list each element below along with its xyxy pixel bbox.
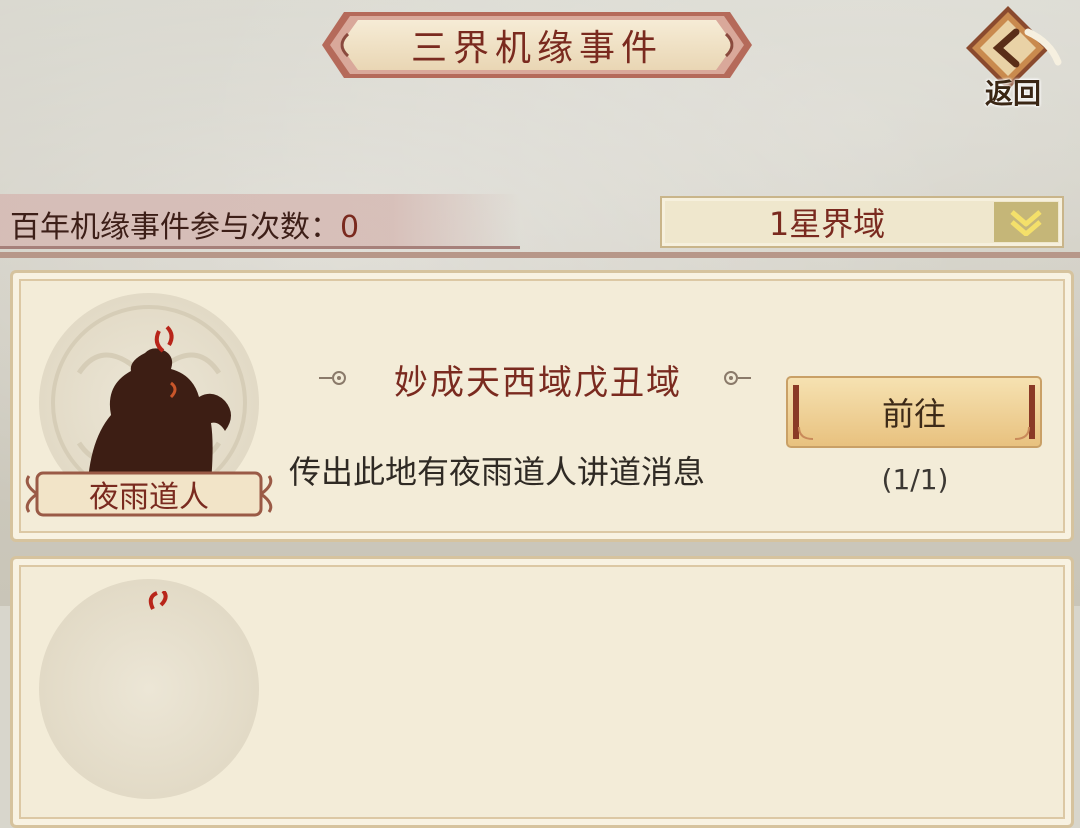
event-progress: (1/1) <box>881 463 949 496</box>
title-banner: 三界机缘事件 <box>318 8 756 82</box>
npc-name: 夜雨道人 <box>89 480 209 515</box>
chevron-down-icon <box>1010 210 1042 236</box>
npc-hair-ornament-icon <box>148 591 168 610</box>
event-description: 传出此地有夜雨道人讲道消息 <box>289 453 706 491</box>
participation-count: 0 <box>340 210 360 245</box>
realm-dropdown[interactable]: 1星界域 <box>660 196 1064 248</box>
participation-label: 百年机缘事件参与次数： <box>10 210 340 245</box>
participation-stats-bar: 百年机缘事件参与次数：0 <box>0 194 520 249</box>
npc-name-plate: 夜雨道人 <box>23 469 275 519</box>
go-button[interactable]: 前往 <box>783 373 1045 451</box>
go-button-label: 前往 <box>881 395 946 433</box>
return-label: 返回 <box>984 77 1041 110</box>
realm-dropdown-value: 1星界域 <box>768 205 886 243</box>
event-location: 妙成天西域戊丑域 <box>394 363 682 403</box>
header-divider <box>0 252 1080 258</box>
return-button[interactable]: 返回 <box>958 2 1064 110</box>
event-card <box>10 556 1074 828</box>
event-card: 夜雨道人 妙成天西域戊丑域 传出此地有夜雨道人讲道消息 前往 (1/1) <box>10 270 1074 542</box>
ornament-right-icon <box>724 371 751 385</box>
dropdown-arrow[interactable] <box>994 202 1058 242</box>
participation-stats: 百年机缘事件参与次数：0 <box>10 202 359 246</box>
portrait-background <box>39 579 259 799</box>
page-title: 三界机缘事件 <box>410 28 663 69</box>
